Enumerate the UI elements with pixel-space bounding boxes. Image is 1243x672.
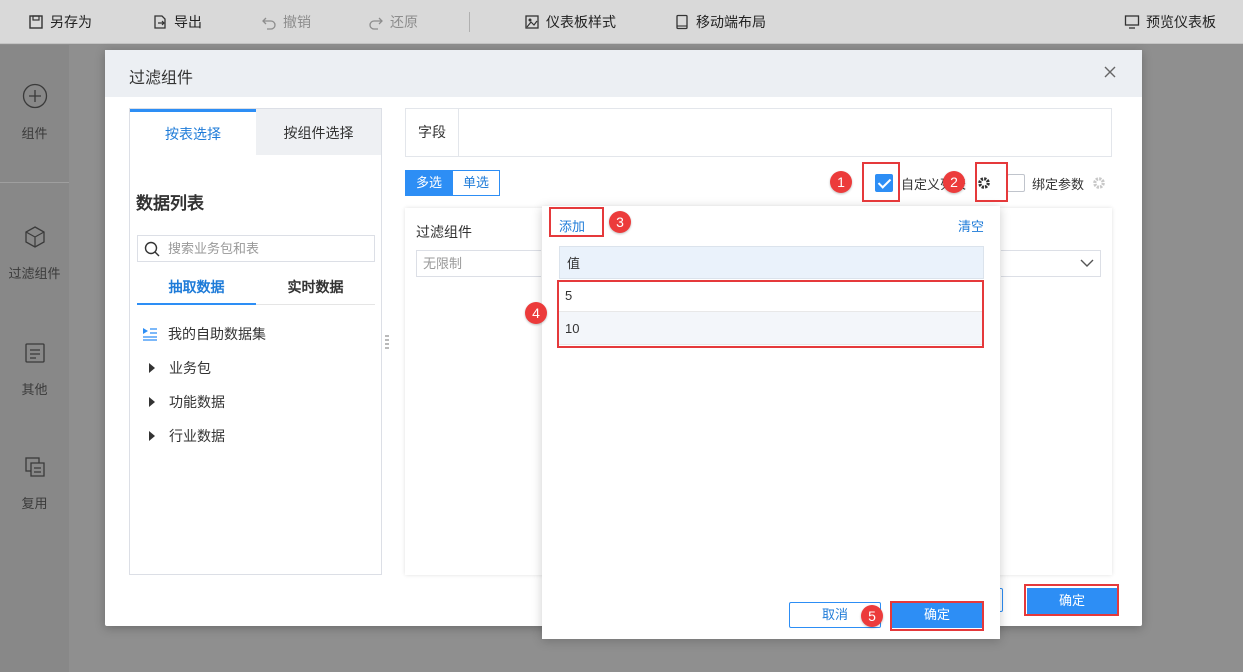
dialog-header: 过滤组件 <box>105 50 1142 97</box>
tab-realtime-data[interactable]: 实时数据 <box>256 271 375 305</box>
preview-label: 过滤组件 <box>416 224 472 240</box>
save-as-button[interactable]: 另存为 <box>28 12 92 32</box>
tree-label: 业务包 <box>169 360 211 376</box>
data-list-heading: 数据列表 <box>136 194 204 213</box>
popup-ok-button[interactable]: 确定 <box>892 602 982 628</box>
table-header-value: 值 <box>559 246 984 279</box>
sidebar-item-other[interactable]: 其他 <box>0 341 69 398</box>
chevron-down-icon <box>1080 259 1094 267</box>
field-drop-zone[interactable]: 字段 <box>405 108 1112 157</box>
sidebar-label-component: 组件 <box>21 126 48 141</box>
clear-button[interactable]: 清空 <box>958 216 984 235</box>
monitor-icon <box>1124 15 1140 29</box>
mobile-layout-button[interactable]: 移动端布局 <box>674 12 766 32</box>
save-as-label: 另存为 <box>50 14 92 30</box>
tree-item-industry-data[interactable]: 行业数据 <box>142 419 372 453</box>
single-select-button[interactable]: 单选 <box>453 170 501 196</box>
sidebar-item-filter[interactable]: 过滤组件 <box>0 225 69 282</box>
add-button[interactable]: 添加 <box>559 216 585 235</box>
tab-by-table[interactable]: 按表选择 <box>130 109 256 155</box>
copy-icon <box>24 457 45 477</box>
sidebar-divider <box>0 182 69 183</box>
dashboard-style-label: 仪表板样式 <box>546 14 616 30</box>
top-toolbar: 另存为 导出 撤销 还原 仪表板样式 移动端布局 预览仪表板 <box>0 0 1243 44</box>
undo-label: 撤销 <box>283 14 311 30</box>
dialog-ok-button[interactable]: 确定 <box>1027 588 1117 614</box>
data-type-tabs: 抽取数据 实时数据 <box>137 271 375 305</box>
caret-right-icon <box>149 431 155 441</box>
dataset-icon <box>143 328 157 341</box>
tree-label: 我的自助数据集 <box>168 326 266 342</box>
redo-icon <box>369 17 383 30</box>
left-sidebar: 组件 过滤组件 其他 复用 <box>0 45 69 672</box>
dashboard-style-button[interactable]: 仪表板样式 <box>524 12 616 32</box>
search-box <box>137 235 375 262</box>
tree-item-function-data[interactable]: 功能数据 <box>142 385 372 419</box>
tree-label: 行业数据 <box>169 428 225 444</box>
custom-list-option: 自定义列表 <box>875 172 992 194</box>
value-table: 值 5 10 <box>559 246 984 345</box>
palette-icon <box>525 15 539 29</box>
tree-item-my-datasets[interactable]: 我的自助数据集 <box>142 317 372 351</box>
annotation-badge-3: 3 <box>609 211 631 233</box>
annotation-badge-2: 2 <box>943 171 965 193</box>
tab-extract-data[interactable]: 抽取数据 <box>137 271 256 305</box>
custom-list-checkbox[interactable] <box>875 174 893 192</box>
search-icon <box>144 241 160 256</box>
caret-right-icon <box>149 397 155 407</box>
document-icon <box>24 343 45 363</box>
field-label: 字段 <box>406 109 459 156</box>
data-source-panel: 按表选择 按组件选择 数据列表 抽取数据 实时数据 我的自助数据集 业务包 功能… <box>129 108 382 575</box>
sidebar-label-reuse: 复用 <box>21 496 48 511</box>
tablet-icon <box>676 14 688 30</box>
annotation-badge-5: 5 <box>861 605 883 627</box>
search-input[interactable] <box>168 241 368 256</box>
annotation-badge-4: 4 <box>525 302 547 324</box>
gear-icon[interactable] <box>976 175 992 191</box>
export-button[interactable]: 导出 <box>152 12 202 32</box>
tree-item-business-package[interactable]: 业务包 <box>142 351 372 385</box>
redo-button[interactable]: 还原 <box>368 12 418 32</box>
sidebar-item-component[interactable]: 组件 <box>0 83 69 142</box>
selection-mode-toggle: 多选 单选 <box>405 170 501 196</box>
preview-dashboard-label: 预览仪表板 <box>1146 14 1216 30</box>
dialog-title: 过滤组件 <box>129 70 194 87</box>
sidebar-item-reuse[interactable]: 复用 <box>0 455 69 512</box>
preview-select[interactable]: 无限制 <box>416 250 541 277</box>
undo-button[interactable]: 撤销 <box>261 12 311 32</box>
save-icon <box>29 15 43 29</box>
data-tree: 我的自助数据集 业务包 功能数据 行业数据 <box>142 317 372 453</box>
bind-parameter-option: 绑定参数 <box>1007 172 1107 194</box>
mobile-layout-label: 移动端布局 <box>696 14 766 30</box>
undo-icon <box>262 17 276 30</box>
preview-select-dropdown[interactable] <box>1001 250 1101 277</box>
bind-parameter-label: 绑定参数 <box>1032 176 1085 192</box>
annotation-badge-1: 1 <box>830 171 852 193</box>
table-row[interactable]: 5 <box>559 279 984 312</box>
custom-list-popup: 添加 清空 值 5 10 取消 确定 <box>542 206 1000 639</box>
export-icon <box>154 15 166 29</box>
plus-circle-icon <box>22 83 47 109</box>
sidebar-label-other: 其他 <box>21 382 48 397</box>
tree-label: 功能数据 <box>169 394 225 410</box>
tab-by-component[interactable]: 按组件选择 <box>256 109 381 155</box>
preview-dashboard-button[interactable]: 预览仪表板 <box>1124 12 1216 32</box>
bind-parameter-checkbox[interactable] <box>1007 174 1025 192</box>
toolbar-divider <box>469 12 470 32</box>
multi-select-button[interactable]: 多选 <box>405 170 454 196</box>
redo-label: 还原 <box>390 14 418 30</box>
export-label: 导出 <box>174 14 202 30</box>
gear-icon[interactable] <box>1091 175 1107 191</box>
cube-icon <box>24 226 45 248</box>
selection-tabs: 按表选择 按组件选择 <box>130 109 381 155</box>
table-row[interactable]: 10 <box>559 312 984 345</box>
caret-right-icon <box>149 363 155 373</box>
drag-handle-icon[interactable] <box>385 334 389 350</box>
close-icon[interactable] <box>1102 64 1118 80</box>
sidebar-label-filter: 过滤组件 <box>8 266 61 281</box>
